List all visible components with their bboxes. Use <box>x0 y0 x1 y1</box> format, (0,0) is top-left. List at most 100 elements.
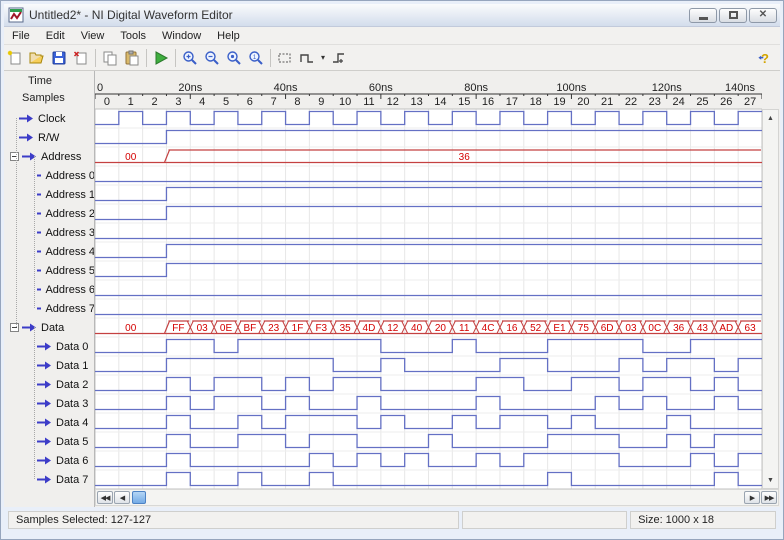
signal-arrow-icon <box>36 437 52 446</box>
signal-row-address-0[interactable]: Address 0 <box>4 166 95 185</box>
signal-label: Address 4 <box>45 246 95 258</box>
copy-icon[interactable] <box>99 47 121 69</box>
signal-label: Data <box>41 322 64 334</box>
signal-row-address-2[interactable]: Address 2 <box>4 204 95 223</box>
signal-label: Address <box>41 151 81 163</box>
svg-text:0: 0 <box>104 96 110 108</box>
run-icon[interactable] <box>150 47 172 69</box>
menu-item-window[interactable]: Window <box>154 28 209 44</box>
scroll-left-icon[interactable]: ◀ <box>114 491 130 504</box>
paste-icon[interactable] <box>121 47 143 69</box>
delete-file-icon[interactable] <box>70 47 92 69</box>
zoom-in-icon[interactable] <box>179 47 201 69</box>
scroll-right-icon[interactable]: ▶ <box>744 491 760 504</box>
svg-text:FF: FF <box>172 323 184 334</box>
svg-text:1F: 1F <box>292 323 304 334</box>
signal-row-address[interactable]: Address <box>4 147 95 166</box>
signal-row-data-4[interactable]: Data 4 <box>4 413 95 432</box>
minimize-button[interactable] <box>689 8 717 23</box>
svg-text:9: 9 <box>318 96 324 108</box>
signal-arrow-icon <box>36 399 52 408</box>
toolbar-separator <box>270 49 271 67</box>
waveform-canvas[interactable]: 020ns40ns60ns80ns100ns120ns140ns01234567… <box>95 71 762 489</box>
signal-label: Address 7 <box>45 303 95 315</box>
svg-text:11: 11 <box>459 323 470 334</box>
signal-arrow-icon <box>36 342 52 351</box>
maximize-icon <box>729 11 738 19</box>
svg-text:140ns: 140ns <box>725 82 755 94</box>
svg-text:27: 27 <box>744 96 756 108</box>
signal-row-address-4[interactable]: Address 4 <box>4 242 95 261</box>
pulse-tool-icon[interactable] <box>296 47 318 69</box>
svg-text:17: 17 <box>506 96 518 108</box>
zoom-selection-icon[interactable] <box>223 47 245 69</box>
svg-text:0C: 0C <box>648 323 661 334</box>
collapse-toggle-icon[interactable] <box>10 323 19 332</box>
horizontal-scrollbar[interactable]: ◀◀ ◀ ▶ ▶▶ <box>95 489 779 506</box>
signal-row-address-5[interactable]: Address 5 <box>4 261 95 280</box>
signal-row-data-0[interactable]: Data 0 <box>4 337 95 356</box>
save-icon[interactable] <box>48 47 70 69</box>
svg-text:21: 21 <box>601 96 613 108</box>
scroll-left-end-icon[interactable]: ◀◀ <box>97 491 113 504</box>
window-title: Untitled2* - NI Digital Waveform Editor <box>29 8 233 22</box>
open-file-icon[interactable] <box>26 47 48 69</box>
zoom-out-icon[interactable] <box>201 47 223 69</box>
edge-tool-icon[interactable] <box>328 47 350 69</box>
signal-row-address-7[interactable]: Address 7 <box>4 299 95 318</box>
signal-label: Data 4 <box>56 417 88 429</box>
signal-names-panel: Time Samples ClockR/W Address Address 0 Add… <box>4 71 95 507</box>
signal-row-clock[interactable]: Clock <box>4 109 95 128</box>
signal-row-data-1[interactable]: Data 1 <box>4 356 95 375</box>
pulse-dropdown-icon[interactable]: ▾ <box>318 53 328 62</box>
menu-item-edit[interactable]: Edit <box>38 28 73 44</box>
app-icon <box>8 7 24 23</box>
context-help-icon[interactable]: ? <box>754 47 776 69</box>
svg-text:1: 1 <box>128 96 134 108</box>
svg-text:10: 10 <box>339 96 351 108</box>
samples-selected-status: Samples Selected: 127-127 <box>8 511 459 529</box>
svg-text:12: 12 <box>387 96 399 108</box>
signal-row-data-6[interactable]: Data 6 <box>4 451 95 470</box>
signal-arrow-icon <box>36 209 41 218</box>
menu-item-help[interactable]: Help <box>209 28 248 44</box>
close-button[interactable]: ✕ <box>749 8 777 23</box>
scroll-up-icon[interactable]: ▲ <box>764 111 777 125</box>
signal-row-address-3[interactable]: Address 3 <box>4 223 95 242</box>
signal-row-data-2[interactable]: Data 2 <box>4 375 95 394</box>
svg-text:80ns: 80ns <box>464 82 488 94</box>
time-axis-label: Time <box>28 75 52 87</box>
close-icon: ✕ <box>759 10 767 20</box>
signal-row-address-6[interactable]: Address 6 <box>4 280 95 299</box>
tree-line <box>34 327 35 479</box>
signal-row-data-7[interactable]: Data 7 <box>4 470 95 489</box>
signal-label: Address 1 <box>45 189 95 201</box>
menu-item-tools[interactable]: Tools <box>112 28 154 44</box>
new-file-icon[interactable] <box>4 47 26 69</box>
vertical-scrollbar[interactable]: ▲ ▼ <box>762 109 779 489</box>
signal-arrow-icon <box>36 228 41 237</box>
maximize-button[interactable] <box>719 8 747 23</box>
collapse-toggle-icon[interactable] <box>10 152 19 161</box>
menu-item-view[interactable]: View <box>73 28 113 44</box>
marquee-select-icon[interactable] <box>274 47 296 69</box>
svg-text:36: 36 <box>459 152 471 163</box>
signal-row-data[interactable]: Data <box>4 318 95 337</box>
svg-text:19: 19 <box>553 96 565 108</box>
signal-row-r-w[interactable]: R/W <box>4 128 95 147</box>
samples-axis-label: Samples <box>22 92 65 104</box>
signal-arrow-icon <box>36 418 52 427</box>
menu-item-file[interactable]: File <box>4 28 38 44</box>
svg-text:16: 16 <box>506 323 518 334</box>
svg-text:3: 3 <box>175 96 181 108</box>
signal-row-data-5[interactable]: Data 5 <box>4 432 95 451</box>
signal-row-address-1[interactable]: Address 1 <box>4 185 95 204</box>
zoom-full-icon[interactable]: 1 <box>245 47 267 69</box>
hscroll-thumb[interactable] <box>132 491 146 504</box>
scroll-down-icon[interactable]: ▼ <box>764 473 777 487</box>
svg-text:8: 8 <box>294 96 300 108</box>
signal-row-data-3[interactable]: Data 3 <box>4 394 95 413</box>
scroll-right-end-icon[interactable]: ▶▶ <box>761 491 777 504</box>
signal-arrow-icon <box>36 475 52 484</box>
svg-text:?: ? <box>761 51 769 66</box>
